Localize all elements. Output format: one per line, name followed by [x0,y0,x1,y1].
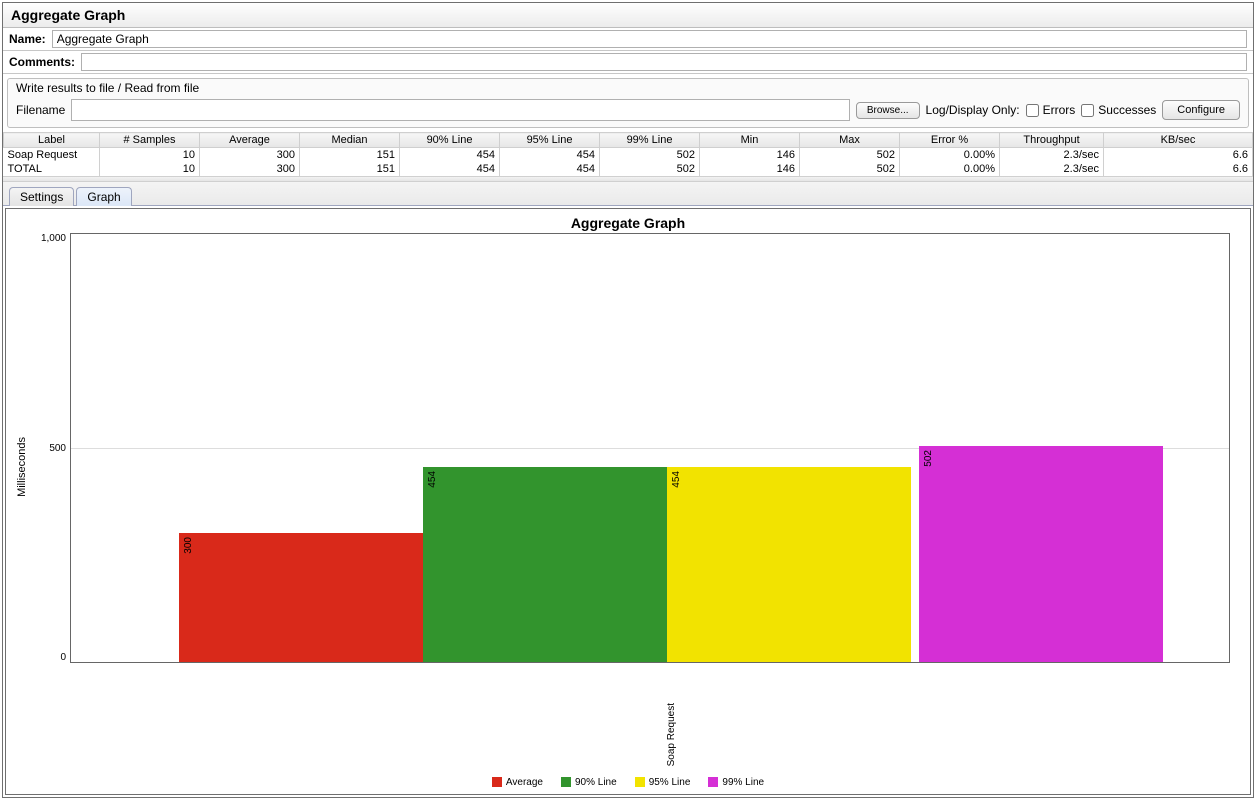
cell: TOTAL [4,162,100,176]
cell: 502 [800,148,900,163]
legend-swatch [708,777,718,787]
cell: 454 [400,148,500,163]
x-axis-area: Soap Request [6,701,1250,773]
col-average[interactable]: Average [200,133,300,148]
col-95line[interactable]: 95% Line [500,133,600,148]
col-kbsec[interactable]: KB/sec [1104,133,1253,148]
legend-label: 95% Line [649,777,691,788]
col-90line[interactable]: 90% Line [400,133,500,148]
chart-legend: Average 90% Line 95% Line 99% Line [6,773,1250,794]
cell: 146 [700,148,800,163]
legend-swatch [635,777,645,787]
bar-95-line: 454 [667,467,911,662]
ytick-500: 500 [49,443,66,454]
plot-box: 300 454 454 502 [70,233,1230,663]
comments-input[interactable] [81,53,1247,71]
col-median[interactable]: Median [300,133,400,148]
legend-item: 90% Line [561,777,617,788]
tab-settings[interactable]: Settings [9,187,74,206]
table-row[interactable]: Soap Request103001514544545021465020.00%… [4,148,1253,163]
col-99line[interactable]: 99% Line [600,133,700,148]
cell: 6.6 [1104,162,1253,176]
cell: 2.3/sec [1000,148,1104,163]
file-section: Write results to file / Read from file F… [7,78,1249,128]
cell: 0.00% [900,148,1000,163]
results-table: Label # Samples Average Median 90% Line … [3,132,1253,176]
y-axis-label: Milliseconds [14,437,32,497]
aggregate-graph-panel: Aggregate Graph Name: Comments: Write re… [2,2,1254,798]
log-display-label: Log/Display Only: [926,103,1020,117]
col-error[interactable]: Error % [900,133,1000,148]
cell: 454 [500,148,600,163]
chart-area: Aggregate Graph Milliseconds 1,000 500 0… [5,208,1251,795]
comments-row: Comments: [3,51,1253,74]
successes-checkbox[interactable] [1081,104,1094,117]
legend-label: 99% Line [722,777,764,788]
cell: 300 [200,162,300,176]
legend-item: 99% Line [708,777,764,788]
name-label: Name: [9,32,46,46]
y-axis: 1,000 500 0 [32,233,70,663]
cell: 502 [600,148,700,163]
name-row: Name: [3,28,1253,51]
bar-99-line: 502 [919,446,1163,662]
col-max[interactable]: Max [800,133,900,148]
plot-outer: Milliseconds 1,000 500 0 300 454 454 502 [6,233,1250,701]
table-header-row: Label # Samples Average Median 90% Line … [4,133,1253,148]
cell: 502 [800,162,900,176]
table-row[interactable]: TOTAL103001514544545021465020.00%2.3/sec… [4,162,1253,176]
cell: 151 [300,162,400,176]
ytick-1000: 1,000 [41,233,66,244]
legend-label: Average [506,777,543,788]
bar-value-label: 454 [427,471,438,488]
tab-graph[interactable]: Graph [76,187,131,206]
file-section-legend: Write results to file / Read from file [8,79,1248,95]
bar-value-label: 300 [183,537,194,554]
legend-swatch [561,777,571,787]
legend-swatch [492,777,502,787]
bar-value-label: 454 [671,471,682,488]
cell: 0.00% [900,162,1000,176]
col-min[interactable]: Min [700,133,800,148]
cell: 300 [200,148,300,163]
cell: 2.3/sec [1000,162,1104,176]
x-axis-category-label: Soap Request [666,703,677,766]
legend-item: Average [492,777,543,788]
filename-input[interactable] [71,99,850,121]
cell: 146 [700,162,800,176]
filename-label: Filename [16,103,65,117]
configure-button[interactable]: Configure [1162,100,1240,120]
errors-checkbox[interactable] [1026,104,1039,117]
col-throughput[interactable]: Throughput [1000,133,1104,148]
tab-strip: Settings Graph [3,182,1253,206]
cell: 454 [400,162,500,176]
comments-label: Comments: [9,55,75,69]
name-input[interactable] [52,30,1247,48]
bar-average: 300 [179,533,423,662]
bar-90-line: 454 [423,467,667,662]
bar-value-label: 502 [923,450,934,467]
cell: 10 [100,148,200,163]
errors-label: Errors [1043,103,1076,117]
col-samples[interactable]: # Samples [100,133,200,148]
cell: 502 [600,162,700,176]
cell: 151 [300,148,400,163]
col-label[interactable]: Label [4,133,100,148]
chart-title: Aggregate Graph [6,209,1250,233]
cell: 6.6 [1104,148,1253,163]
cell: Soap Request [4,148,100,163]
browse-button[interactable]: Browse... [856,102,920,119]
filename-row: Filename Browse... Log/Display Only: Err… [8,95,1248,127]
legend-label: 90% Line [575,777,617,788]
ytick-0: 0 [60,652,66,663]
panel-title: Aggregate Graph [3,3,1253,28]
cell: 10 [100,162,200,176]
legend-item: 95% Line [635,777,691,788]
successes-label: Successes [1098,103,1156,117]
cell: 454 [500,162,600,176]
